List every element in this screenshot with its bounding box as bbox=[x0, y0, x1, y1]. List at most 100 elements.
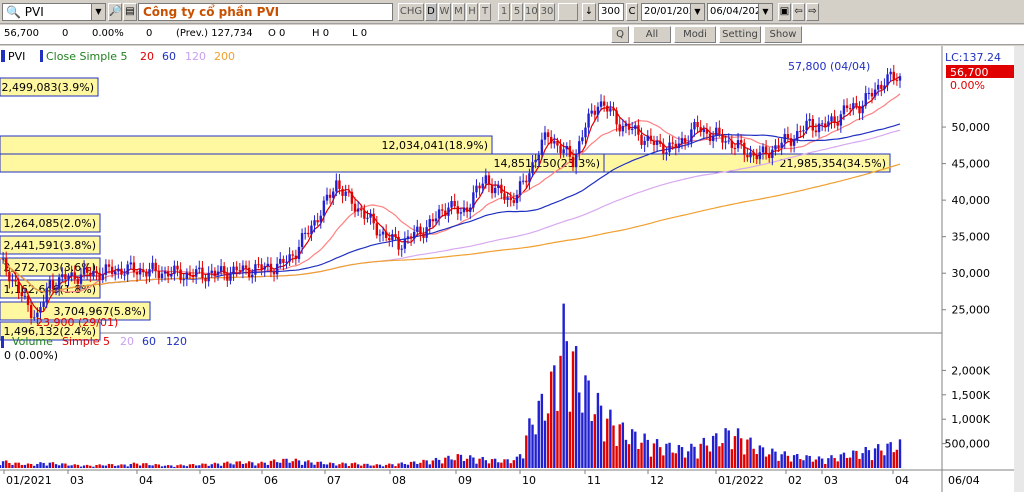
date-to-field[interactable]: 06/04/202 ▼ bbox=[707, 3, 773, 21]
candle-body bbox=[771, 149, 774, 158]
save-icon[interactable]: ▣ bbox=[778, 3, 791, 21]
bars-count-field[interactable]: 300 bbox=[598, 3, 624, 21]
candle-body bbox=[73, 272, 76, 280]
volume-bar bbox=[92, 466, 95, 468]
price-legend-label: Close Simple 5 bbox=[46, 50, 128, 63]
volume-bar bbox=[369, 465, 372, 468]
candle-body bbox=[824, 123, 827, 127]
candle-body bbox=[307, 232, 310, 235]
modi-button[interactable]: Modi bbox=[674, 26, 716, 43]
volume-bar bbox=[786, 455, 790, 468]
volume-bar bbox=[774, 451, 777, 468]
c-button[interactable]: C bbox=[626, 3, 638, 21]
zoom-icon[interactable]: 🔎 bbox=[108, 3, 122, 21]
volume-bar bbox=[241, 464, 245, 468]
candle-body bbox=[194, 269, 198, 277]
volume-bar bbox=[98, 464, 101, 468]
volume-bar bbox=[665, 443, 668, 468]
chart-area[interactable]: 2,499,083(3.9%) 12,034,041(18.9%) 21,985,3… bbox=[0, 46, 1024, 492]
candle-body bbox=[596, 106, 600, 115]
date-from-field[interactable]: 20/01/202 ▼ bbox=[641, 3, 705, 21]
candle-body bbox=[279, 258, 282, 264]
period-button-month[interactable]: M bbox=[452, 3, 465, 21]
candle-body bbox=[434, 218, 438, 222]
minute-button-1[interactable]: 1 bbox=[498, 3, 510, 21]
volume-bar bbox=[727, 430, 730, 468]
x-tick-label: 01/2021 bbox=[6, 474, 52, 487]
volume-bar bbox=[303, 461, 307, 468]
volume-bar bbox=[805, 455, 808, 468]
candle-body bbox=[730, 140, 734, 148]
x-tick-label: 04 bbox=[895, 474, 909, 487]
volume-bar bbox=[179, 464, 182, 468]
volume-bar bbox=[138, 465, 142, 468]
candle-body bbox=[235, 266, 238, 271]
period-button-t[interactable]: T bbox=[479, 3, 491, 21]
chevron-down-icon[interactable]: ▼ bbox=[690, 4, 704, 20]
volume-bar bbox=[0, 465, 2, 468]
candle-body bbox=[746, 154, 749, 158]
minute-button-10[interactable]: 10 bbox=[524, 3, 538, 21]
chevron-down-icon[interactable]: ▼ bbox=[91, 4, 105, 20]
minute-button-5[interactable]: 5 bbox=[511, 3, 523, 21]
candle-body bbox=[867, 92, 871, 94]
symbol-select[interactable]: 🔍 PVI ▼ bbox=[2, 3, 106, 21]
period-button-h[interactable]: H bbox=[466, 3, 478, 21]
q-button[interactable]: Q bbox=[611, 26, 629, 43]
candle-body bbox=[120, 268, 123, 275]
candle-body bbox=[515, 194, 519, 203]
candle-body bbox=[366, 217, 369, 219]
candle-body bbox=[509, 197, 512, 201]
candle-body bbox=[892, 71, 895, 80]
candle-body bbox=[820, 123, 824, 125]
candle-body bbox=[528, 173, 531, 183]
candle-body bbox=[848, 108, 852, 110]
volume-bar bbox=[375, 464, 379, 468]
candle-body bbox=[375, 223, 379, 236]
quote-volume: 0 bbox=[146, 28, 153, 39]
chart-type-button[interactable]: CHG bbox=[398, 3, 424, 21]
period-button-week[interactable]: W bbox=[438, 3, 451, 21]
spacer-button[interactable] bbox=[558, 3, 578, 21]
arrow-right-icon[interactable]: ⇨ bbox=[806, 3, 819, 21]
arrow-left-icon[interactable]: ⇦ bbox=[792, 3, 805, 21]
stock-chart[interactable]: 2,499,083(3.9%) 12,034,041(18.9%) 21,985,3… bbox=[0, 46, 1024, 492]
scrollbar[interactable] bbox=[1014, 46, 1024, 492]
tag-icon[interactable]: ▤ bbox=[123, 3, 137, 21]
candle-body bbox=[565, 146, 568, 150]
volume-profile-label: 2,272,703(3.6%) bbox=[3, 261, 96, 274]
volume-bar bbox=[515, 456, 519, 468]
chevron-down-icon[interactable]: ▼ bbox=[758, 4, 772, 20]
volume-bar bbox=[590, 420, 593, 468]
volume-bar bbox=[381, 466, 385, 468]
setting-button[interactable]: Setting bbox=[719, 26, 761, 43]
volume-bar bbox=[95, 465, 98, 468]
candle-body bbox=[132, 262, 136, 273]
candle-body bbox=[347, 191, 350, 193]
candle-body bbox=[369, 213, 372, 218]
volume-bar bbox=[606, 418, 609, 468]
candle-body bbox=[322, 200, 326, 216]
volume-bar bbox=[783, 451, 786, 468]
candle-body bbox=[397, 236, 400, 250]
all-button[interactable]: All bbox=[633, 26, 671, 43]
candle-body bbox=[500, 184, 503, 194]
volume-bar bbox=[285, 458, 288, 468]
candle-body bbox=[247, 267, 251, 278]
volume-bar bbox=[581, 412, 584, 468]
candle-body bbox=[182, 279, 185, 281]
volume-bar bbox=[484, 460, 488, 468]
volume-bar bbox=[188, 464, 192, 468]
candle-body bbox=[690, 129, 693, 143]
volume-bar bbox=[322, 464, 326, 468]
volume-bar bbox=[565, 341, 568, 468]
show-button[interactable]: Show bbox=[764, 26, 802, 43]
minute-button-30[interactable]: 30 bbox=[539, 3, 555, 21]
period-button-day[interactable]: D bbox=[425, 3, 437, 21]
candle-body bbox=[895, 79, 899, 81]
candle-body bbox=[668, 142, 671, 153]
volume-bar bbox=[135, 463, 139, 468]
arrow-down-icon[interactable]: ↓ bbox=[582, 3, 596, 21]
volume-bar bbox=[609, 409, 612, 468]
volume-bar bbox=[416, 463, 419, 468]
